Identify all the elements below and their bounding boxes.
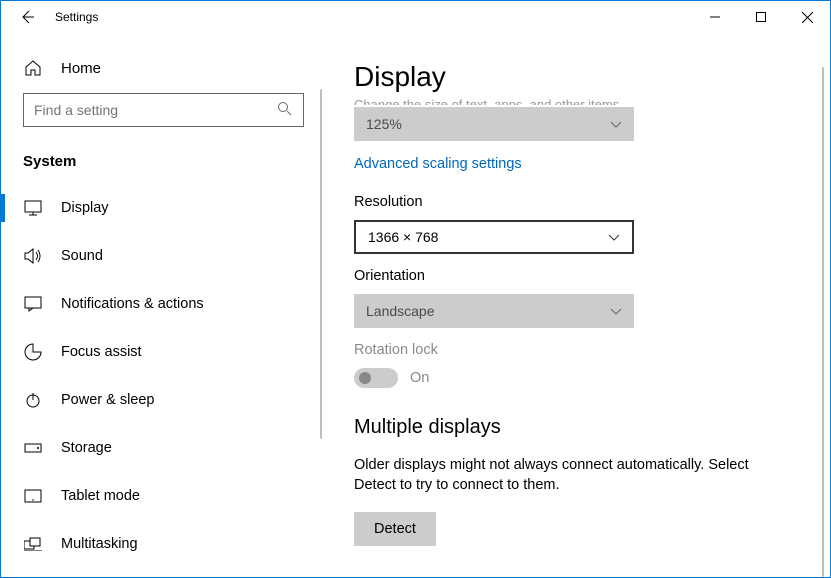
resolution-label: Resolution: [354, 194, 802, 210]
content-pane: Display Change the size of text, apps, a…: [326, 33, 830, 577]
home-label: Home: [61, 60, 101, 77]
nav-label: Focus assist: [61, 344, 142, 360]
nav-item-focus[interactable]: Focus assist: [1, 328, 326, 376]
sidebar: Home System Display Sound Notificati: [1, 33, 326, 577]
nav-item-tablet[interactable]: Tablet mode: [1, 472, 326, 520]
search-icon: [277, 101, 293, 119]
home-nav[interactable]: Home: [1, 53, 326, 93]
detect-button-label: Detect: [374, 521, 416, 537]
multiple-displays-text: Older displays might not always connect …: [354, 455, 784, 496]
nav-item-notifications[interactable]: Notifications & actions: [1, 280, 326, 328]
titlebar: Settings: [1, 1, 830, 33]
nav-item-display[interactable]: Display: [1, 184, 326, 232]
orientation-label: Orientation: [354, 268, 802, 284]
sound-icon: [23, 248, 43, 264]
power-icon: [23, 391, 43, 409]
resolution-value: 1366 × 768: [368, 229, 438, 245]
sidebar-scrollbar[interactable]: [320, 89, 322, 439]
orientation-value: Landscape: [366, 303, 435, 319]
nav-label: Multitasking: [61, 536, 138, 552]
resolution-dropdown[interactable]: 1366 × 768: [354, 220, 634, 254]
nav-label: Tablet mode: [61, 488, 140, 504]
chevron-down-icon: [608, 229, 620, 245]
tablet-icon: [23, 489, 43, 503]
multitasking-icon: [23, 537, 43, 551]
rotation-lock-toggle[interactable]: [354, 368, 398, 388]
orientation-dropdown[interactable]: Landscape: [354, 294, 634, 328]
section-header: System: [1, 147, 326, 184]
search-input[interactable]: [34, 102, 277, 118]
home-icon: [23, 59, 43, 77]
nav-item-power[interactable]: Power & sleep: [1, 376, 326, 424]
chevron-down-icon: [610, 116, 622, 132]
content-scrollbar[interactable]: [822, 67, 824, 577]
window-controls: [692, 1, 830, 33]
minimize-button[interactable]: [692, 1, 738, 33]
rotation-lock-label: Rotation lock: [354, 342, 802, 358]
scale-dropdown[interactable]: 125%: [354, 107, 634, 141]
display-icon: [23, 200, 43, 216]
nav-label: Storage: [61, 440, 112, 456]
window-title: Settings: [55, 10, 98, 24]
nav-label: Sound: [61, 248, 103, 264]
nav-item-storage[interactable]: Storage: [1, 424, 326, 472]
close-button[interactable]: [784, 1, 830, 33]
chevron-down-icon: [610, 303, 622, 319]
scale-value: 125%: [366, 116, 402, 132]
maximize-button[interactable]: [738, 1, 784, 33]
focus-icon: [23, 343, 43, 361]
nav-item-sound[interactable]: Sound: [1, 232, 326, 280]
nav-label: Power & sleep: [61, 392, 155, 408]
nav-label: Notifications & actions: [61, 296, 204, 312]
search-box[interactable]: [23, 93, 304, 127]
detect-button[interactable]: Detect: [354, 512, 436, 546]
advanced-scaling-link[interactable]: Advanced scaling settings: [354, 156, 522, 172]
truncated-text: Change the size of text, apps, and other…: [354, 97, 802, 105]
notifications-icon: [23, 296, 43, 312]
storage-icon: [23, 443, 43, 453]
nav-item-multitasking[interactable]: Multitasking: [1, 520, 326, 568]
page-title: Display: [354, 61, 802, 93]
rotation-lock-state: On: [410, 370, 429, 386]
back-icon[interactable]: [19, 9, 35, 25]
nav-label: Display: [61, 200, 109, 216]
multiple-displays-heading: Multiple displays: [354, 416, 802, 439]
